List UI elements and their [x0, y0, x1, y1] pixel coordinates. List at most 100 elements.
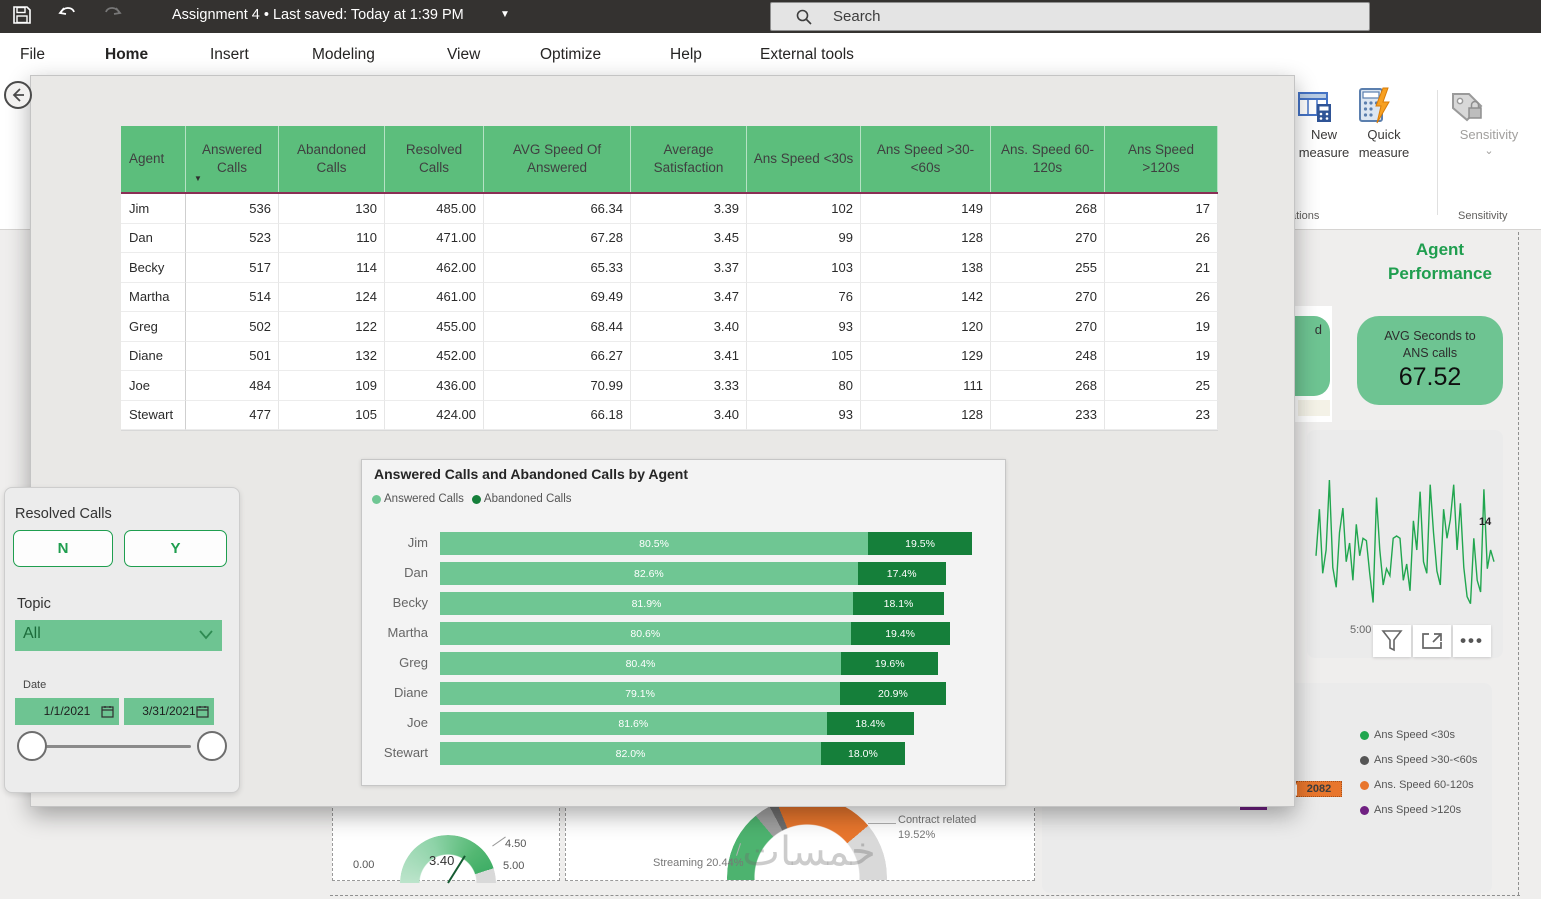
bar-category-label[interactable]: Becky [362, 595, 428, 610]
value-cell[interactable]: 233 [991, 400, 1105, 430]
value-cell[interactable]: 3.47 [631, 282, 747, 312]
value-cell[interactable]: 124 [279, 282, 385, 312]
value-cell[interactable]: 248 [991, 341, 1105, 371]
value-cell[interactable]: 132 [279, 341, 385, 371]
stacked-bar[interactable]: 79.1% 20.9% [440, 682, 946, 705]
sensitivity-button[interactable]: Sensitivity ⌄ [1447, 86, 1531, 157]
value-cell[interactable]: 66.27 [484, 341, 631, 371]
document-title[interactable]: Assignment 4 • Last saved: Today at 1:39… [172, 7, 464, 23]
filter-button[interactable] [1373, 625, 1411, 657]
bar-category-label[interactable]: Greg [362, 655, 428, 670]
column-header-4[interactable]: AVG Speed Of Answered [484, 126, 631, 192]
answered-segment[interactable]: 79.1% [440, 682, 841, 705]
value-cell[interactable]: 129 [861, 341, 991, 371]
legend-item[interactable]: Ans Speed >30-<60s [1360, 754, 1477, 766]
value-cell[interactable]: 105 [279, 400, 385, 430]
quick-measure-button[interactable]: Quick measure [1353, 86, 1415, 162]
value-cell[interactable]: 270 [991, 312, 1105, 342]
value-cell[interactable]: 130 [279, 194, 385, 224]
value-cell[interactable]: 255 [991, 253, 1105, 283]
value-cell[interactable]: 76 [747, 282, 861, 312]
value-cell[interactable]: 122 [279, 312, 385, 342]
value-cell[interactable]: 19 [1105, 341, 1218, 371]
stacked-bar[interactable]: 81.6% 18.4% [440, 712, 914, 735]
menu-item-view[interactable]: View [447, 46, 480, 64]
value-cell[interactable]: 19 [1105, 312, 1218, 342]
agent-cell[interactable]: Diane [121, 341, 186, 371]
abandoned-segment[interactable]: 19.4% [850, 622, 950, 645]
topic-dropdown[interactable]: All [15, 620, 222, 651]
bar-category-label[interactable]: Stewart [362, 745, 428, 760]
value-cell[interactable]: 65.33 [484, 253, 631, 283]
abandoned-segment[interactable]: 18.1% [852, 592, 945, 615]
column-header-2[interactable]: Abandoned Calls [279, 126, 385, 192]
date-slider-track[interactable] [33, 745, 191, 748]
value-cell[interactable]: 80 [747, 371, 861, 401]
value-cell[interactable]: 270 [991, 282, 1105, 312]
table-row[interactable]: Greg 502 122 455.00 68.44 3.40 93 120 270 19 [121, 312, 1218, 342]
value-cell[interactable]: 111 [861, 371, 991, 401]
abandoned-segment[interactable]: 20.9% [840, 682, 946, 705]
value-cell[interactable]: 461.00 [385, 282, 484, 312]
value-cell[interactable]: 102 [747, 194, 861, 224]
answered-segment[interactable]: 82.6% [440, 562, 858, 585]
more-options-button[interactable]: ••• [1453, 625, 1491, 657]
agent-cell[interactable]: Jim [121, 194, 186, 224]
value-cell[interactable]: 3.37 [631, 253, 747, 283]
value-cell[interactable]: 93 [747, 312, 861, 342]
table-row[interactable]: Dan 523 110 471.00 67.28 3.45 99 128 270 26 [121, 223, 1218, 253]
bar-category-label[interactable]: Diane [362, 685, 428, 700]
legend-item-answered[interactable]: Answered Calls [372, 493, 464, 505]
column-header-5[interactable]: Average Satisfaction [631, 126, 747, 192]
bar-category-label[interactable]: Dan [362, 565, 428, 580]
redo-icon[interactable] [100, 2, 124, 26]
resolved-calls-option-y[interactable]: Y [124, 530, 227, 567]
agent-cell[interactable]: Dan [121, 223, 186, 253]
value-cell[interactable]: 3.45 [631, 223, 747, 253]
date-end-input[interactable]: 3/31/2021 [124, 698, 214, 725]
value-cell[interactable]: 485.00 [385, 194, 484, 224]
column-header-7[interactable]: Ans Speed >30-<60s [861, 126, 991, 192]
table-row[interactable]: Jim 536 130 485.00 66.34 3.39 102 149 268 17 [121, 194, 1218, 224]
value-cell[interactable]: 68.44 [484, 312, 631, 342]
column-header-0[interactable]: Agent [121, 126, 186, 192]
menu-item-optimize[interactable]: Optimize [540, 46, 601, 64]
value-cell[interactable]: 67.28 [484, 223, 631, 253]
value-cell[interactable]: 471.00 [385, 223, 484, 253]
abandoned-segment[interactable]: 17.4% [857, 562, 946, 585]
stacked-bar[interactable]: 82.6% 17.4% [440, 562, 946, 585]
stacked-bar[interactable]: 80.5% 19.5% [440, 532, 972, 555]
value-cell[interactable]: 69.49 [484, 282, 631, 312]
answered-segment[interactable]: 80.4% [440, 652, 841, 675]
value-cell[interactable]: 536 [186, 194, 279, 224]
value-cell[interactable]: 114 [279, 253, 385, 283]
value-cell[interactable]: 109 [279, 371, 385, 401]
value-cell[interactable]: 105 [747, 341, 861, 371]
date-slider-handle-end[interactable] [197, 731, 227, 761]
table-row[interactable]: Becky 517 114 462.00 65.33 3.37 103 138 255 21 [121, 253, 1218, 283]
bar-category-label[interactable]: Martha [362, 625, 428, 640]
focus-mode-button[interactable] [1413, 625, 1451, 657]
column-header-9[interactable]: Ans Speed >120s [1105, 126, 1218, 192]
value-cell[interactable]: 138 [861, 253, 991, 283]
value-cell[interactable]: 501 [186, 341, 279, 371]
menu-item-external-tools[interactable]: External tools [760, 46, 854, 64]
bar-category-label[interactable]: Jim [362, 535, 428, 550]
value-cell[interactable]: 514 [186, 282, 279, 312]
menu-item-file[interactable]: File [20, 46, 45, 64]
value-cell[interactable]: 99 [747, 223, 861, 253]
answered-segment[interactable]: 81.9% [440, 592, 853, 615]
legend-item-abandoned[interactable]: Abandoned Calls [471, 493, 572, 505]
value-cell[interactable]: 517 [186, 253, 279, 283]
value-cell[interactable]: 103 [747, 253, 861, 283]
bar-category-label[interactable]: Joe [362, 715, 428, 730]
answered-segment[interactable]: 80.5% [440, 532, 869, 555]
column-header-6[interactable]: Ans Speed <30s [747, 126, 861, 192]
column-header-8[interactable]: Ans. Speed 60-120s [991, 126, 1105, 192]
stacked-bar[interactable]: 81.9% 18.1% [440, 592, 945, 615]
value-cell[interactable]: 3.41 [631, 341, 747, 371]
answered-segment[interactable]: 80.6% [440, 622, 851, 645]
value-cell[interactable]: 3.39 [631, 194, 747, 224]
value-cell[interactable]: 120 [861, 312, 991, 342]
value-cell[interactable]: 3.40 [631, 312, 747, 342]
